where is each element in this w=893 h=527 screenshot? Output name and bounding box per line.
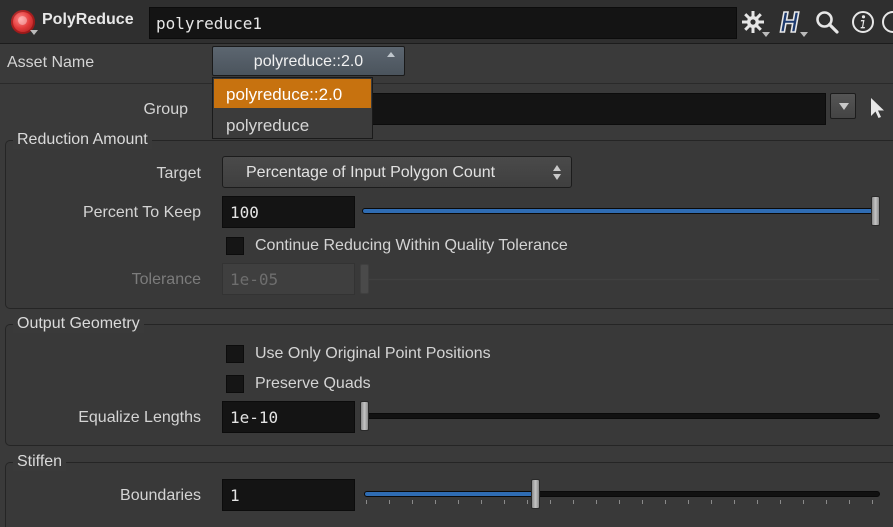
preserve-quads-checkbox[interactable] <box>226 375 244 393</box>
tolerance-label: Tolerance <box>131 271 201 288</box>
info-icon[interactable] <box>850 9 876 35</box>
spin-up-icon <box>553 165 561 171</box>
node-menu-arrow-icon[interactable] <box>30 30 38 35</box>
stiffen-title: Stiffen <box>13 453 67 471</box>
percent-to-keep-label: Percent To Keep <box>82 204 201 221</box>
continue-reducing-label: Continue Reducing Within Quality Toleran… <box>255 237 568 254</box>
asset-option-polyreduce-2[interactable]: polyreduce::2.0 <box>214 79 371 108</box>
group-menu-button[interactable] <box>830 93 856 119</box>
equalize-lengths-handle[interactable] <box>360 401 369 431</box>
parameter-header: PolyReduce polyreduce1 <box>0 0 893 44</box>
boundaries-label: Boundaries <box>120 487 201 504</box>
asset-name-label: Asset Name <box>7 54 95 71</box>
boundaries-slider[interactable] <box>364 491 880 497</box>
boundaries-handle[interactable] <box>531 479 541 509</box>
node-name-input[interactable]: polyreduce1 <box>149 7 737 39</box>
asset-name-value: polyreduce::2.0 <box>253 53 364 70</box>
tolerance-input: 1e-05 <box>222 263 355 295</box>
equalize-lengths-input[interactable]: 1e-10 <box>222 401 355 433</box>
target-value: Percentage of Input Polygon Count <box>246 164 496 181</box>
asset-option-polyreduce[interactable]: polyreduce <box>214 110 371 139</box>
continue-reducing-checkbox[interactable] <box>226 237 244 255</box>
tolerance-slider <box>362 278 880 281</box>
preserve-quads-label: Preserve Quads <box>255 375 371 392</box>
target-label: Target <box>156 165 201 182</box>
boundaries-input[interactable]: 1 <box>222 479 355 511</box>
original-points-checkbox[interactable] <box>226 345 244 363</box>
boundaries-fill <box>365 492 535 496</box>
equalize-lengths-label: Equalize Lengths <box>78 409 201 426</box>
reduction-amount-title: Reduction Amount <box>13 131 152 149</box>
output-geometry-title: Output Geometry <box>13 315 144 333</box>
asset-name-row <box>0 44 893 84</box>
gear-menu-arrow-icon[interactable] <box>762 32 770 37</box>
percent-to-keep-fill <box>363 209 879 213</box>
select-arrow-icon[interactable] <box>868 96 888 120</box>
percent-to-keep-slider[interactable] <box>362 208 880 214</box>
asset-name-select[interactable]: polyreduce::2.0 <box>212 46 405 76</box>
original-points-label: Use Only Original Point Positions <box>255 345 491 362</box>
output-geometry-folder <box>5 324 893 446</box>
chevron-up-icon <box>387 52 395 57</box>
help-menu-arrow-icon[interactable] <box>800 32 808 37</box>
node-type-label: PolyReduce <box>42 11 134 28</box>
tolerance-handle <box>360 264 369 294</box>
asset-name-dropdown: polyreduce::2.0 polyreduce <box>212 77 373 139</box>
spin-down-icon <box>553 174 561 180</box>
group-label: Group <box>143 101 188 118</box>
percent-to-keep-input[interactable]: 100 <box>222 196 355 228</box>
search-icon[interactable] <box>814 9 840 35</box>
percent-to-keep-handle[interactable] <box>871 196 880 226</box>
equalize-lengths-slider[interactable] <box>362 413 880 419</box>
target-select[interactable]: Percentage of Input Polygon Count <box>222 156 572 188</box>
more-icon[interactable] <box>880 9 893 35</box>
boundaries-ticks <box>366 500 878 504</box>
